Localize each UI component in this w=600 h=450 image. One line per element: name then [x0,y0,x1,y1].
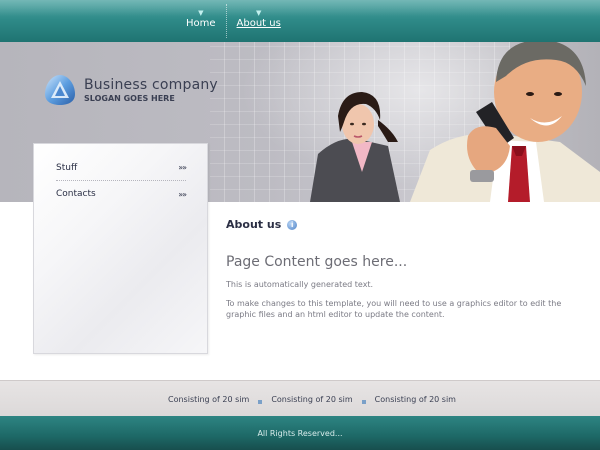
section-title-text: About us [226,218,282,231]
nav-item-about-us[interactable]: ▼ About us [227,0,291,42]
section-title: About us i [226,218,586,231]
bullet-icon [361,400,366,404]
nav-arrow-icon: ▼ [255,9,262,17]
nav-label-home: Home [186,17,216,29]
sidebar-item-contacts[interactable]: Contacts »» [56,181,187,207]
nav-label-about-us: About us [236,17,281,29]
business-people-photo [310,42,600,202]
top-nav-bar: ▼ Home ▼ About us [0,0,600,42]
footer-links-bar: Consisting of 20 sim Consisting of 20 si… [0,380,600,416]
content-paragraph: This is automatically generated text. [226,280,374,289]
sidebar-item-stuff[interactable]: Stuff »» [56,155,187,181]
double-chevron-icon: »» [178,163,187,172]
sidebar-menu: Stuff »» Contacts »» [33,143,208,354]
nav-item-home[interactable]: ▼ Home [176,0,226,42]
footer-link-2[interactable]: Consisting of 20 sim [271,395,352,404]
footer-link-3[interactable]: Consisting of 20 sim [375,395,456,404]
main-content: About us i Page Content goes here... Thi… [226,218,586,320]
sidebar-item-label: Stuff [56,162,78,173]
logo-icon [45,75,75,105]
info-icon: i [287,219,298,230]
company-name: Business company [84,77,218,93]
main-nav: ▼ Home ▼ About us [176,0,291,42]
copyright-text: All Rights Reserved... [257,428,343,438]
footer-link-1[interactable]: Consisting of 20 sim [168,395,249,404]
bullet-icon [258,400,263,404]
footer: All Rights Reserved... [0,416,600,450]
nav-arrow-icon: ▼ [198,9,204,17]
page-heading: Page Content goes here... [226,254,408,270]
double-chevron-icon: »» [178,189,187,199]
company-slogan: SLOGAN GOES HERE [84,94,175,103]
content-paragraph: To make changes to this template, you wi… [226,299,562,319]
sidebar-item-label: Contacts [56,189,96,199]
logo[interactable]: Business company SLOGAN GOES HERE [42,72,218,108]
